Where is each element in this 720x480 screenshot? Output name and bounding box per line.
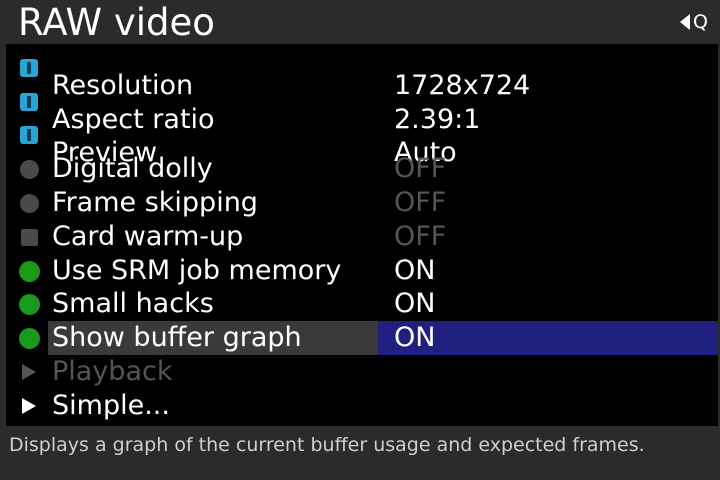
green-circle-icon [19, 328, 40, 349]
q-hint-label: Q [693, 11, 708, 33]
menu-item-frame-skipping[interactable]: Frame skipping OFF [6, 186, 718, 220]
title-bar: RAW video Q [0, 0, 720, 44]
menu-item-aspect-ratio[interactable]: Aspect ratio 2.39:1 [6, 85, 718, 135]
menu-item-preview[interactable]: Preview Auto [6, 118, 718, 168]
menu-item-value: OFF [394, 187, 447, 218]
menu-item-simple[interactable]: Simple... [6, 389, 718, 423]
blue-square-icon [20, 93, 38, 111]
blue-square-icon [20, 126, 38, 144]
page-title: RAW video [18, 1, 215, 44]
menu-item-playback[interactable]: Playback [6, 355, 718, 389]
menu-item-value: ON [394, 255, 436, 286]
help-text: Displays a graph of the current buffer u… [9, 434, 645, 456]
menu-item-resolution[interactable]: Resolution 1728x724 [6, 51, 718, 101]
menu-panel: Resolution 1728x724 Aspect ratio 2.39:1 … [6, 44, 720, 426]
menu-item-label: Simple... [52, 390, 170, 421]
q-button-hint[interactable]: Q [680, 10, 708, 34]
play-triangle-icon [22, 398, 36, 414]
play-triangle-icon [22, 364, 36, 380]
menu-item-label: Show buffer graph [52, 322, 302, 353]
menu-item-card-warm-up[interactable]: Card warm-up OFF [6, 220, 718, 254]
menu-item-value: OFF [394, 153, 447, 184]
menu-item-label: Card warm-up [52, 221, 244, 252]
gray-square-icon [21, 229, 38, 246]
green-circle-icon [19, 261, 40, 282]
gray-circle-icon [20, 160, 39, 179]
menu-item-value: ON [394, 322, 436, 353]
menu-item-value: OFF [394, 221, 447, 252]
menu-item-label: Playback [52, 356, 173, 387]
raw-video-menu-screen: RAW video Q Resolution 1728x724 Aspect r… [0, 0, 720, 480]
gray-circle-icon [20, 194, 39, 213]
green-circle-icon [19, 294, 40, 315]
menu-item-show-buffer-graph[interactable]: Show buffer graph ON [6, 321, 718, 355]
menu-item-label: Digital dolly [52, 153, 213, 184]
left-arrow-icon [680, 14, 691, 30]
menu-item-use-srm-job-memory[interactable]: Use SRM job memory ON [6, 254, 718, 288]
menu-item-label: Use SRM job memory [52, 255, 342, 286]
menu-item-small-hacks[interactable]: Small hacks ON [6, 287, 718, 321]
menu-item-label: Small hacks [52, 288, 214, 319]
menu-item-label: Frame skipping [52, 187, 258, 218]
menu-item-digital-dolly[interactable]: Digital dolly OFF [6, 152, 718, 186]
menu-item-value: ON [394, 288, 436, 319]
blue-square-icon [20, 59, 38, 77]
